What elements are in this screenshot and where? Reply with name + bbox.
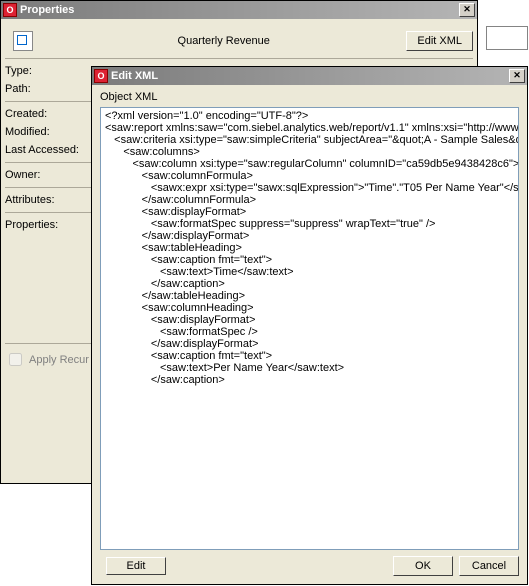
edit-xml-window: O Edit XML ✕ Object XML Edit OK Cancel bbox=[91, 66, 528, 585]
right-panel-stub bbox=[486, 26, 528, 50]
close-icon[interactable]: ✕ bbox=[459, 3, 475, 17]
oracle-icon: O bbox=[94, 69, 108, 83]
apply-recursively-label: Apply Recur bbox=[29, 354, 89, 366]
object-title: Quarterly Revenue bbox=[41, 35, 406, 47]
edit-xml-titlebar: O Edit XML ✕ bbox=[92, 67, 527, 85]
edit-xml-button[interactable]: Edit XML bbox=[406, 31, 473, 51]
type-label: Type: bbox=[5, 65, 95, 77]
modified-label: Modified: bbox=[5, 126, 95, 138]
edit-xml-title: Edit XML bbox=[111, 70, 509, 82]
edit-button[interactable]: Edit bbox=[106, 557, 166, 575]
owner-label: Owner: bbox=[5, 169, 95, 181]
ok-button[interactable]: OK bbox=[393, 556, 453, 576]
cancel-button[interactable]: Cancel bbox=[459, 556, 519, 576]
attributes-label: Attributes: bbox=[5, 194, 95, 206]
close-icon[interactable]: ✕ bbox=[509, 69, 525, 83]
created-label: Created: bbox=[5, 108, 95, 120]
object-icon bbox=[13, 31, 33, 51]
properties-titlebar: O Properties ✕ bbox=[1, 1, 477, 19]
oracle-icon: O bbox=[3, 3, 17, 17]
apply-recursively-checkbox bbox=[9, 353, 22, 366]
properties-label: Properties: bbox=[5, 219, 95, 231]
edit-xml-body: Object XML Edit OK Cancel bbox=[92, 85, 527, 584]
xml-textarea[interactable] bbox=[100, 107, 519, 550]
properties-title: Properties bbox=[20, 4, 459, 16]
path-label: Path: bbox=[5, 83, 95, 95]
object-xml-label: Object XML bbox=[100, 91, 519, 103]
edit-xml-footer: Edit OK Cancel bbox=[100, 556, 519, 576]
last-accessed-label: Last Accessed: bbox=[5, 144, 95, 156]
properties-header: Quarterly Revenue Edit XML bbox=[5, 23, 473, 59]
